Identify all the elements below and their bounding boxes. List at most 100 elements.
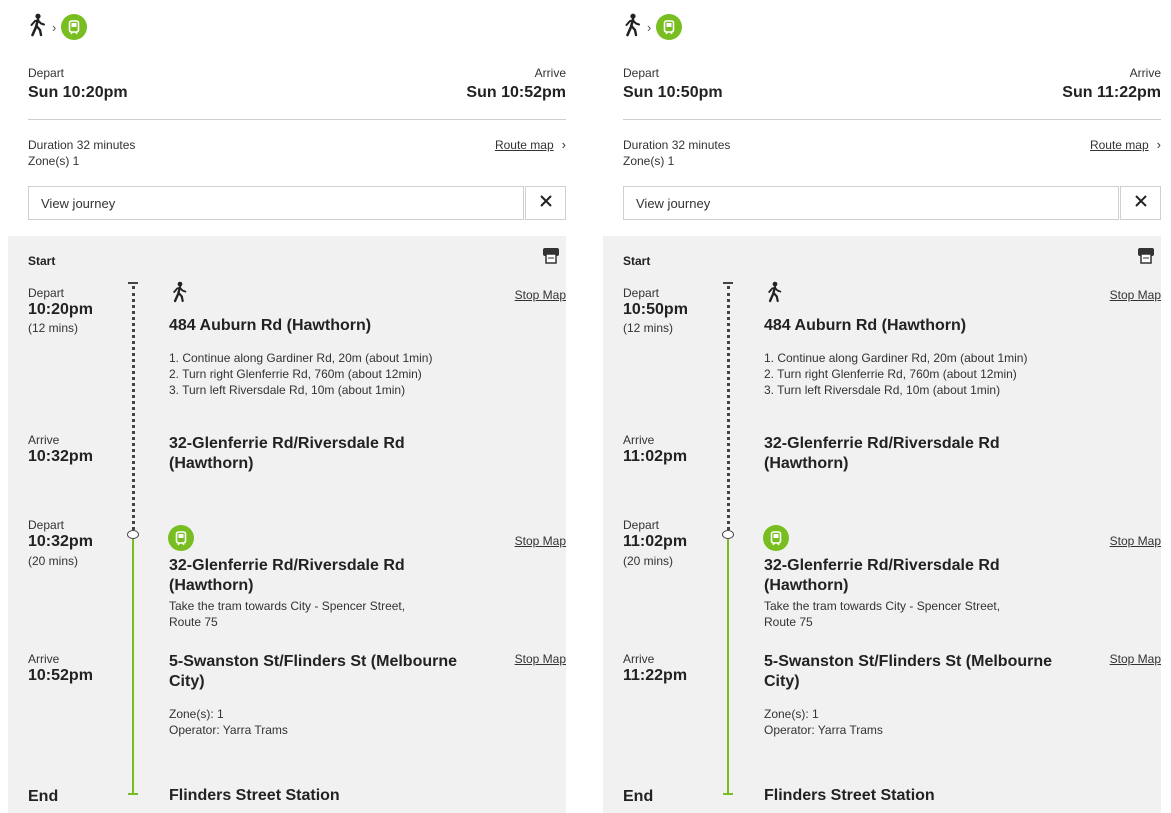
- walk-step: 2. Turn right Glenferrie Rd, 760m (about…: [764, 367, 1017, 381]
- duration-text: Duration 32 minutes: [28, 138, 136, 152]
- print-icon[interactable]: [1137, 246, 1155, 269]
- instruction-line: Take the tram towards City - Spencer Str…: [169, 599, 406, 613]
- timeline-cap: [128, 282, 138, 284]
- stop-name-line: 32-Glenferrie Rd/Riversdale Rd: [764, 557, 1000, 574]
- walk-timeline: [132, 286, 135, 530]
- tram-arrive-time: 10:52pm: [28, 667, 93, 684]
- walk-arrive-label: Arrive: [28, 433, 60, 447]
- close-button[interactable]: [525, 186, 566, 220]
- tram-duration: (20 mins): [28, 554, 79, 568]
- tram-stop-map-link[interactable]: Stop Map: [515, 534, 566, 548]
- instruction-line: Take the tram towards City - Spencer Str…: [764, 599, 1001, 613]
- arrive-time: Sun 10:52pm: [466, 84, 566, 101]
- print-icon[interactable]: [542, 246, 560, 269]
- walk-depart-label: Depart: [623, 286, 660, 300]
- walk-stop-map-link[interactable]: Stop Map: [515, 288, 566, 302]
- header-divider: [623, 119, 1161, 120]
- arrive-stop-map-link[interactable]: Stop Map: [1110, 652, 1161, 666]
- tram-instruction: Take the tram towards City - Spencer Str…: [764, 598, 1000, 630]
- tram-meta: Zone(s): 1 Operator: Yarra Trams: [169, 706, 288, 738]
- walk-arrive-time: 11:02pm: [623, 448, 688, 465]
- timeline-end-cap: [723, 793, 733, 795]
- walk-steps: 1. Continue along Gardiner Rd, 20m (abou…: [169, 350, 432, 398]
- route-map-link-wrap: Route map ›: [1090, 137, 1161, 152]
- route-map-link[interactable]: Route map: [495, 138, 554, 152]
- stop-name-line: (Hawthorn): [764, 455, 849, 472]
- route-map-link[interactable]: Route map: [1090, 138, 1149, 152]
- walk-depart-time: 10:50pm: [623, 301, 688, 318]
- route-map-link-wrap: Route map ›: [495, 137, 566, 152]
- tram-to-stop: 5-Swanston St/Flinders St (Melbourne Cit…: [169, 652, 457, 692]
- journey-details: Start Depart 10:20pm (12 mins) Stop Map …: [8, 236, 566, 813]
- walk-icon: [28, 13, 48, 42]
- walk-step: 3. Turn left Riversdale Rd, 10m (about 1…: [169, 383, 406, 397]
- walk-depart-time: 10:20pm: [28, 301, 93, 318]
- mode-summary: ›: [28, 12, 88, 42]
- stop-name-line: (Hawthorn): [764, 577, 849, 594]
- chevron-right-icon: ›: [1156, 137, 1161, 152]
- operator-info: Operator: Yarra Trams: [169, 723, 288, 737]
- walk-arrive-time: 10:32pm: [28, 448, 93, 465]
- journey-option-2: › Depart Sun 10:50pm Arrive Sun 11:22pm …: [595, 0, 1161, 813]
- stop-name-line: 5-Swanston St/Flinders St (Melbourne: [764, 653, 1053, 670]
- end-station: Flinders Street Station: [169, 787, 340, 804]
- stop-name-line: 32-Glenferrie Rd/Riversdale Rd: [169, 557, 405, 574]
- mode-separator: ›: [647, 19, 652, 35]
- duration-text: Duration 32 minutes: [623, 138, 731, 152]
- depart-label: Depart: [623, 66, 660, 80]
- zones-info: Zone(s): 1: [169, 707, 224, 721]
- tram-from-stop: 32-Glenferrie Rd/Riversdale Rd (Hawthorn…: [169, 556, 405, 596]
- stop-name-line: 32-Glenferrie Rd/Riversdale Rd: [169, 435, 405, 452]
- timeline-cap: [723, 282, 733, 284]
- timeline-junction: [127, 530, 139, 539]
- tram-depart-time: 11:02pm: [623, 533, 688, 550]
- tram-icon: [61, 14, 88, 40]
- instruction-line: Route 75: [764, 615, 813, 629]
- walk-arrive-label: Arrive: [623, 433, 655, 447]
- walk-step: 2. Turn right Glenferrie Rd, 760m (about…: [169, 367, 422, 381]
- tram-depart-label: Depart: [623, 518, 660, 532]
- walk-icon: [623, 13, 643, 42]
- tram-depart-time: 10:32pm: [28, 533, 93, 550]
- arrive-stop-map-link[interactable]: Stop Map: [515, 652, 566, 666]
- journey-details: Start Depart 10:50pm (12 mins) Stop Map …: [603, 236, 1161, 813]
- origin-name: 484 Auburn Rd (Hawthorn): [764, 317, 967, 334]
- journey-option-1: › Depart Sun 10:20pm Arrive Sun 10:52pm …: [0, 0, 566, 813]
- tram-arrive-label: Arrive: [28, 652, 60, 666]
- start-label: Start: [28, 254, 56, 268]
- tram-icon: [656, 14, 683, 40]
- chevron-right-icon: ›: [561, 137, 566, 152]
- tram-depart-label: Depart: [28, 518, 65, 532]
- stop-name-line: (Hawthorn): [169, 455, 254, 472]
- walk-icon: [171, 280, 189, 309]
- walk-duration: (12 mins): [623, 321, 674, 335]
- close-icon: [1134, 194, 1147, 212]
- view-journey-field[interactable]: View journey: [28, 186, 524, 220]
- operator-info: Operator: Yarra Trams: [764, 723, 883, 737]
- instruction-line: Route 75: [169, 615, 218, 629]
- end-station: Flinders Street Station: [764, 787, 935, 804]
- walk-stop-map-link[interactable]: Stop Map: [1110, 288, 1161, 302]
- walk-duration: (12 mins): [28, 321, 79, 335]
- timeline-end-cap: [128, 793, 138, 795]
- tram-stop-map-link[interactable]: Stop Map: [1110, 534, 1161, 548]
- tram-duration: (20 mins): [623, 554, 674, 568]
- tram-timeline: [727, 536, 729, 794]
- mode-summary: ›: [623, 12, 683, 42]
- start-label: Start: [623, 254, 651, 268]
- view-journey-field[interactable]: View journey: [623, 186, 1119, 220]
- tram-meta: Zone(s): 1 Operator: Yarra Trams: [764, 706, 883, 738]
- header-divider: [28, 119, 566, 120]
- zones-text: Zone(s) 1: [28, 154, 80, 168]
- timeline-junction: [722, 530, 734, 539]
- close-button[interactable]: [1120, 186, 1161, 220]
- stop-name-line: City): [764, 673, 800, 690]
- walk-step: 1. Continue along Gardiner Rd, 20m (abou…: [169, 351, 433, 365]
- origin-name: 484 Auburn Rd (Hawthorn): [169, 317, 372, 334]
- mode-separator: ›: [52, 19, 57, 35]
- tram-arrive-time: 11:22pm: [623, 667, 688, 684]
- arrive-label: Arrive: [1129, 66, 1161, 80]
- walk-arrive-stop: 32-Glenferrie Rd/Riversdale Rd (Hawthorn…: [169, 434, 405, 474]
- depart-time: Sun 10:50pm: [623, 84, 723, 101]
- tram-icon: [763, 525, 789, 551]
